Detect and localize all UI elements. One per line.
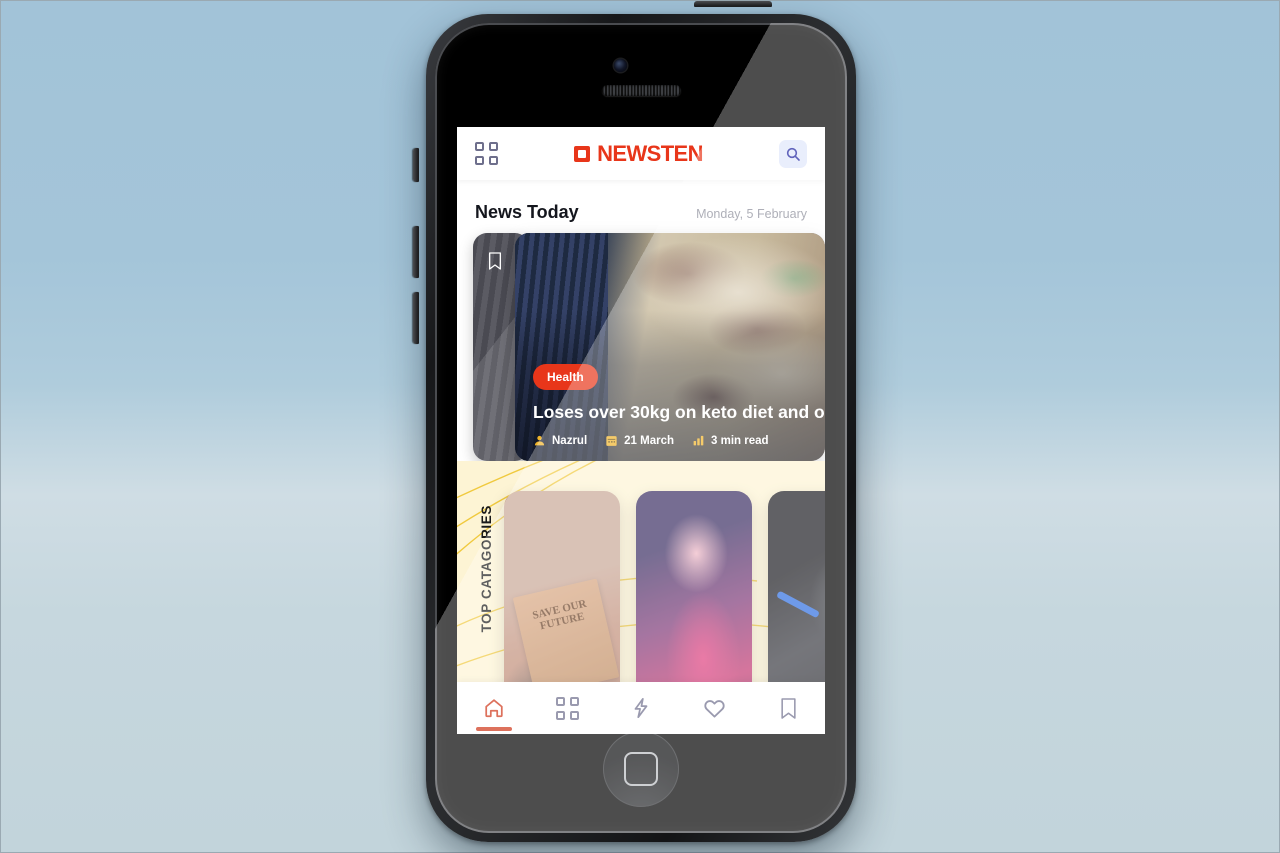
scene-background: NEWSTEN News Today Monday, 5 February He…	[0, 0, 1280, 853]
read-time-icon	[693, 435, 704, 446]
earpiece-speaker	[602, 85, 681, 96]
tech-highlight-graphic	[776, 590, 821, 619]
category-image-politics: SAVE OUR FUTURE	[504, 491, 620, 682]
tab-trending[interactable]	[618, 682, 664, 734]
bottom-navigation	[457, 682, 825, 734]
category-image-tech	[768, 491, 825, 682]
search-button[interactable]	[779, 139, 807, 168]
hero-section: Health Loses over 30kg on keto diet and …	[457, 233, 825, 461]
square-logo-icon	[574, 145, 591, 162]
search-icon	[786, 147, 800, 161]
front-camera-icon	[614, 59, 627, 72]
power-button[interactable]	[694, 1, 772, 7]
tab-bookmarks[interactable]	[765, 682, 811, 734]
bookmark-icon	[781, 697, 796, 719]
app-logo: NEWSTEN	[574, 140, 704, 167]
hero-article-meta: Nazrul 21 March 3 min read	[533, 434, 811, 447]
section-header: News Today Monday, 5 February	[457, 180, 825, 233]
volume-up-button[interactable]	[413, 226, 419, 278]
sign-line-1: SAVE OUR FUTURE	[530, 597, 588, 633]
tab-categories[interactable]	[544, 682, 590, 734]
meta-author: Nazrul	[533, 434, 587, 447]
logo-text: NEWSTEN	[597, 140, 703, 166]
page-title: News Today	[475, 202, 579, 222]
phone-body: NEWSTEN News Today Monday, 5 February He…	[435, 23, 847, 833]
app-screen: NEWSTEN News Today Monday, 5 February He…	[457, 127, 825, 734]
home-icon	[485, 699, 503, 718]
tab-home[interactable]	[471, 682, 517, 734]
menu-grid-icon[interactable]	[475, 142, 498, 165]
top-categories-section: TOP CATAGORIES SAVE OUR FUTURE Politics	[457, 461, 825, 682]
grid-icon	[555, 696, 579, 720]
categories-label: TOP CATAGORIES	[479, 505, 494, 633]
meta-readtime: 3 min read	[692, 434, 769, 447]
heart-icon	[704, 699, 725, 718]
category-card-fashion[interactable]: Fashion	[636, 491, 752, 682]
volume-down-button[interactable]	[413, 292, 419, 344]
hero-article-card[interactable]: Health Loses over 30kg on keto diet and …	[515, 233, 825, 461]
current-date: Monday, 5 February	[696, 207, 807, 221]
meta-date: 21 March	[605, 434, 674, 447]
category-card-politics[interactable]: SAVE OUR FUTURE Politics	[504, 491, 620, 682]
home-button[interactable]	[603, 731, 679, 807]
category-card-tech[interactable]: Tech	[768, 491, 825, 682]
mute-switch[interactable]	[413, 148, 419, 182]
bookmark-icon[interactable]	[487, 251, 503, 271]
meta-date-label: 21 March	[624, 434, 675, 447]
category-image-fashion	[636, 491, 752, 682]
meta-readtime-label: 3 min read	[711, 434, 769, 447]
tab-favorites[interactable]	[692, 682, 738, 734]
categories-scroller[interactable]: SAVE OUR FUTURE Politics Fashion	[504, 491, 825, 682]
meta-author-label: Nazrul	[552, 434, 588, 447]
hero-category-badge[interactable]: Health	[533, 363, 598, 390]
flash-icon	[634, 697, 648, 719]
hero-article-title[interactable]: Loses over 30kg on keto diet and one mea…	[533, 401, 825, 423]
phone-mockup: NEWSTEN News Today Monday, 5 February He…	[413, 1, 856, 842]
app-header: NEWSTEN	[457, 127, 825, 180]
calendar-icon	[606, 436, 617, 446]
author-icon	[534, 435, 545, 446]
protest-sign-graphic: SAVE OUR FUTURE	[512, 578, 619, 682]
